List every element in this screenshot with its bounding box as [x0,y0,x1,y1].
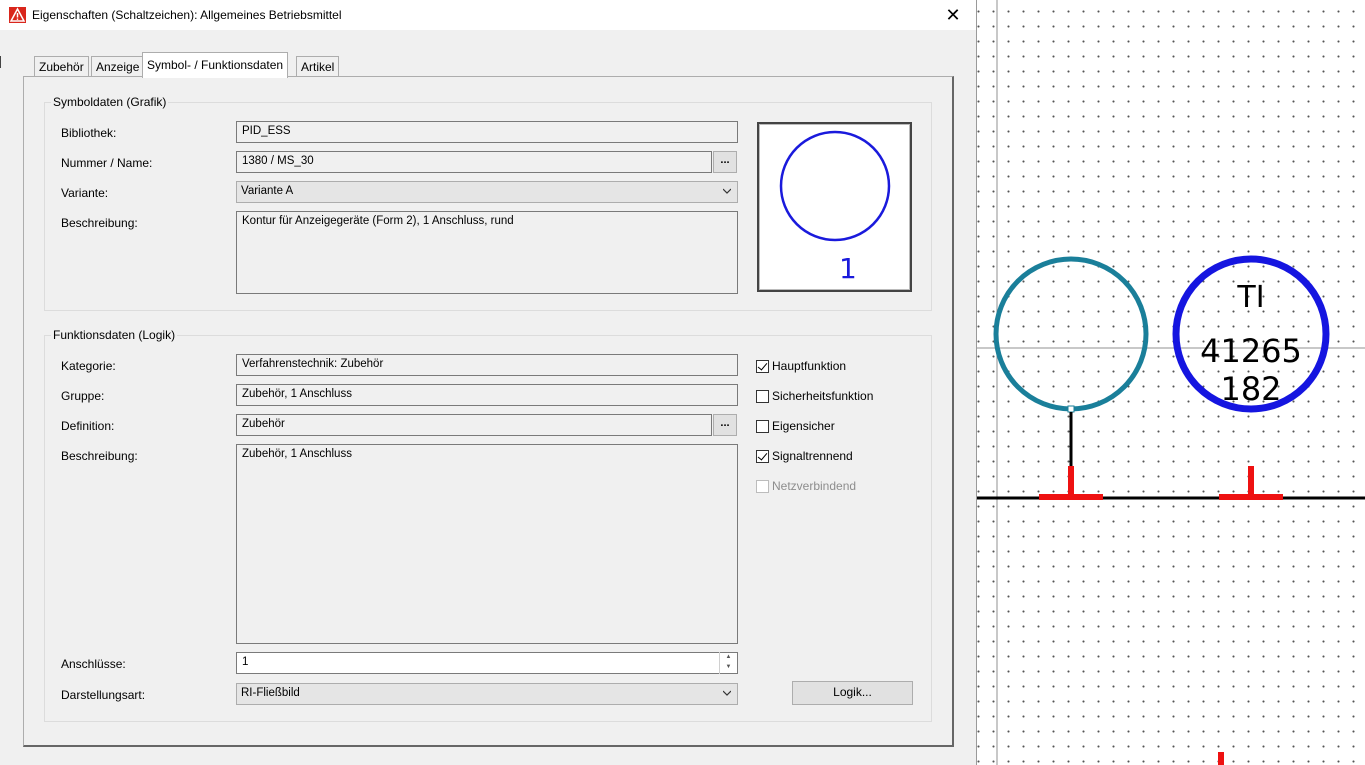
symbol-description-field[interactable]: Kontur für Anzeigegeräte (Form 2), 1 Ans… [236,211,738,294]
spin-down-icon[interactable]: ▼ [720,662,737,672]
ti-function-label: TI [1237,280,1265,315]
connections-value: 1 [242,656,249,668]
number-name-field[interactable]: 1380 / MS_30 [236,151,712,173]
function-group-title: Funktionsdaten (Logik) [51,328,178,342]
checkbox-hauptfunktion[interactable]: Hauptfunktion [756,359,846,373]
connections-stepper[interactable]: 1 [236,652,738,674]
preview-connection-number: 1 [839,252,857,285]
preview-circle-icon [779,130,891,242]
checkbox-disabled-icon [756,479,769,493]
checkbox-sicherheitsfunktion[interactable]: Sicherheitsfunktion [756,389,873,403]
logic-button[interactable]: Logik... [792,681,913,705]
function-description-field[interactable]: Zubehör, 1 Anschluss [236,444,738,644]
category-field[interactable]: Verfahrenstechnik: Zubehör [236,354,738,376]
checkbox-label: Signaltrennend [772,449,853,463]
definition-browse-button[interactable]: ... [713,414,737,436]
checkbox-label: Hauptfunktion [772,359,847,373]
title-bar[interactable]: Eigenschaften (Schaltzeichen): Allgemein… [0,0,976,30]
symbol-description-label: Beschreibung: [61,216,138,230]
checkbox-checked-icon[interactable] [756,359,769,373]
group-label: Gruppe: [61,389,105,403]
spin-up-icon[interactable]: ▲ [720,652,737,662]
representation-select[interactable]: RI-Fließbild [236,683,738,705]
checkbox-checked-icon[interactable] [756,449,769,463]
chevron-down-icon [723,188,731,194]
connection-point[interactable] [1067,405,1075,413]
checkbox-signaltrennend[interactable]: Signaltrennend [756,449,853,463]
checkbox-unchecked-icon[interactable] [756,389,769,403]
representation-value: RI-Fließbild [241,687,300,699]
window-edge-marker [0,56,3,68]
selected-instrument-symbol[interactable] [993,256,1149,412]
number-name-label: Nummer / Name: [61,156,153,170]
window-title: Eigenschaften (Schaltzeichen): Allgemein… [32,8,342,22]
tab-zubehoer[interactable]: Zubehör [34,56,89,77]
tab-artikel[interactable]: Artikel [296,56,340,77]
tab-symbol-funktionsdaten[interactable]: Symbol- / Funktionsdaten [142,52,289,78]
close-icon: ✕ [945,4,961,25]
properties-dialog: Eigenschaften (Schaltzeichen): Allgemein… [0,0,977,765]
variant-select[interactable]: Variante A [236,181,738,203]
connections-spin-buttons[interactable]: ▲ ▼ [719,652,737,674]
checkbox-unchecked-icon[interactable] [756,419,769,433]
connections-label: Anschlüsse: [61,657,126,671]
checkbox-netzverbindend: Netzverbindend [756,479,856,493]
drawing-canvas[interactable]: TI 41265 182 [976,0,1365,765]
checkbox-eigensicher[interactable]: Eigensicher [756,419,835,433]
representation-label: Darstellungsart: [61,688,146,702]
symbol-group-title: Symboldaten (Grafik) [51,95,169,109]
close-button[interactable]: ✕ [930,0,976,30]
library-field[interactable]: PID_ESS [236,121,738,143]
ti-tag-number: 41265 [1200,332,1302,370]
checkbox-label: Sicherheitsfunktion [772,389,874,403]
category-label: Kategorie: [61,359,116,373]
group-field[interactable]: Zubehör, 1 Anschluss [236,384,738,406]
checkbox-label: Eigensicher [772,419,835,433]
chevron-down-icon [723,690,731,696]
function-description-label: Beschreibung: [61,449,138,463]
warning-triangle-icon [9,7,26,23]
symbol-preview: 1 [757,122,912,292]
definition-field[interactable]: Zubehör [236,414,712,436]
symbol-browse-button[interactable]: ... [713,151,737,173]
checkbox-label: Netzverbindend [772,479,857,493]
tab-anzeige[interactable]: Anzeige [91,56,145,77]
variant-value: Variante A [241,185,294,197]
variant-label: Variante: [61,186,109,200]
definition-label: Definition: [61,419,115,433]
ti-tag-sub: 182 [1220,370,1282,408]
library-label: Bibliothek: [61,126,117,140]
